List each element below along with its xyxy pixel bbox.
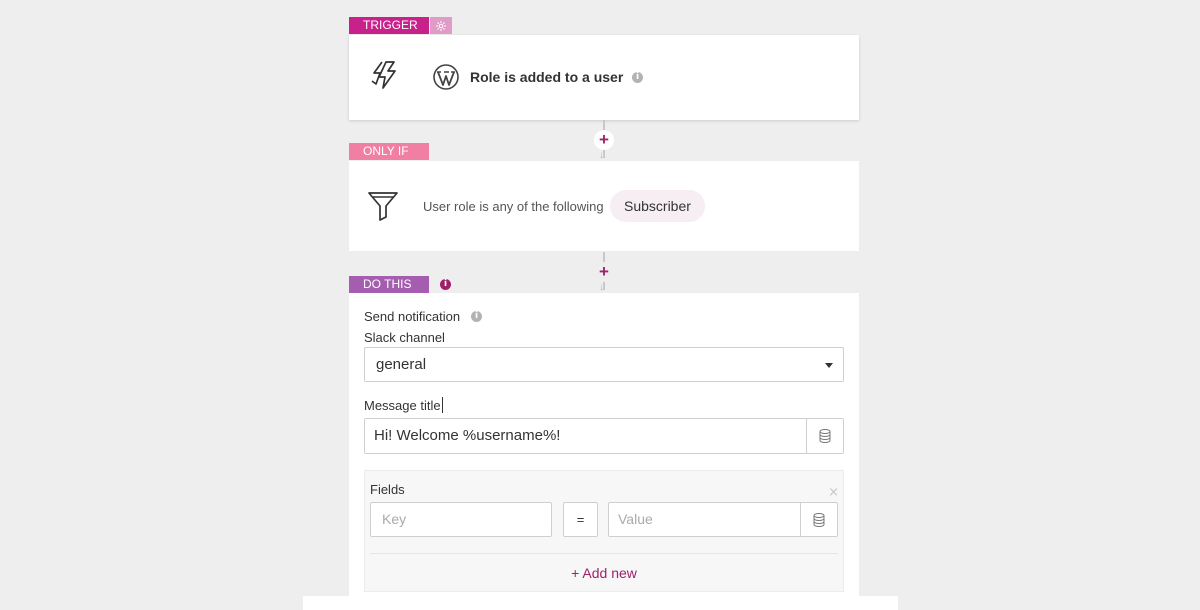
condition-card[interactable]: User role is any of the following Subscr… xyxy=(349,161,859,251)
message-title-database-button[interactable] xyxy=(806,419,843,453)
field-key-input[interactable]: Key xyxy=(370,502,552,537)
action-info-icon[interactable]: i xyxy=(440,279,451,290)
message-title-label: Message title xyxy=(364,398,441,413)
action-title: Send notification xyxy=(364,309,461,324)
trigger-settings-button[interactable] xyxy=(430,17,452,34)
add-step-button[interactable]: + xyxy=(594,130,614,150)
action-badge: DO THIS xyxy=(349,276,429,293)
chevron-down-icon xyxy=(825,363,833,368)
action-card: Send notification i Slack channel genera… xyxy=(349,293,859,610)
trigger-card[interactable]: Role is added to a user i xyxy=(349,35,859,120)
field-value-input[interactable]: Value xyxy=(608,502,838,537)
filter-icon xyxy=(368,192,398,221)
field-key-placeholder: Key xyxy=(382,511,407,527)
slack-channel-select[interactable]: general xyxy=(364,347,844,382)
trigger-title: Role is added to a user xyxy=(470,69,624,85)
slack-channel-label: Slack channel xyxy=(364,330,445,345)
message-title-input[interactable]: Hi! Welcome %username%! xyxy=(364,418,844,454)
add-new-field-button[interactable]: + Add new xyxy=(365,565,843,581)
slack-channel-value: general xyxy=(376,356,427,373)
arrow-down-icon: ↓ xyxy=(599,150,604,161)
message-title-value: Hi! Welcome %username%! xyxy=(374,427,561,444)
text-cursor xyxy=(442,397,443,413)
database-icon xyxy=(813,512,825,527)
database-icon xyxy=(819,429,831,443)
wordpress-icon xyxy=(433,64,459,90)
action-title-info-icon[interactable]: i xyxy=(471,311,482,322)
bottom-bar xyxy=(303,596,898,610)
remove-field-icon[interactable]: × xyxy=(828,485,839,500)
field-value-database-button[interactable] xyxy=(800,503,837,536)
fields-label: Fields xyxy=(370,482,405,497)
role-chip[interactable]: Subscriber xyxy=(610,190,705,222)
field-value-placeholder: Value xyxy=(618,511,653,527)
equals-sign: = xyxy=(563,502,598,537)
equals-label: = xyxy=(576,512,585,527)
condition-text: User role is any of the following xyxy=(423,199,604,214)
condition-badge: ONLY IF xyxy=(349,143,429,160)
add-step-button[interactable]: + xyxy=(594,262,614,282)
fields-divider xyxy=(370,553,838,554)
trigger-badge: TRIGGER xyxy=(349,17,429,34)
gear-icon xyxy=(436,20,446,31)
trigger-info-icon[interactable]: i xyxy=(632,72,643,83)
fields-panel: Fields × Key = Value + Add new xyxy=(364,470,844,592)
lightning-icon xyxy=(371,61,396,89)
arrow-down-icon: ↓ xyxy=(599,282,604,293)
